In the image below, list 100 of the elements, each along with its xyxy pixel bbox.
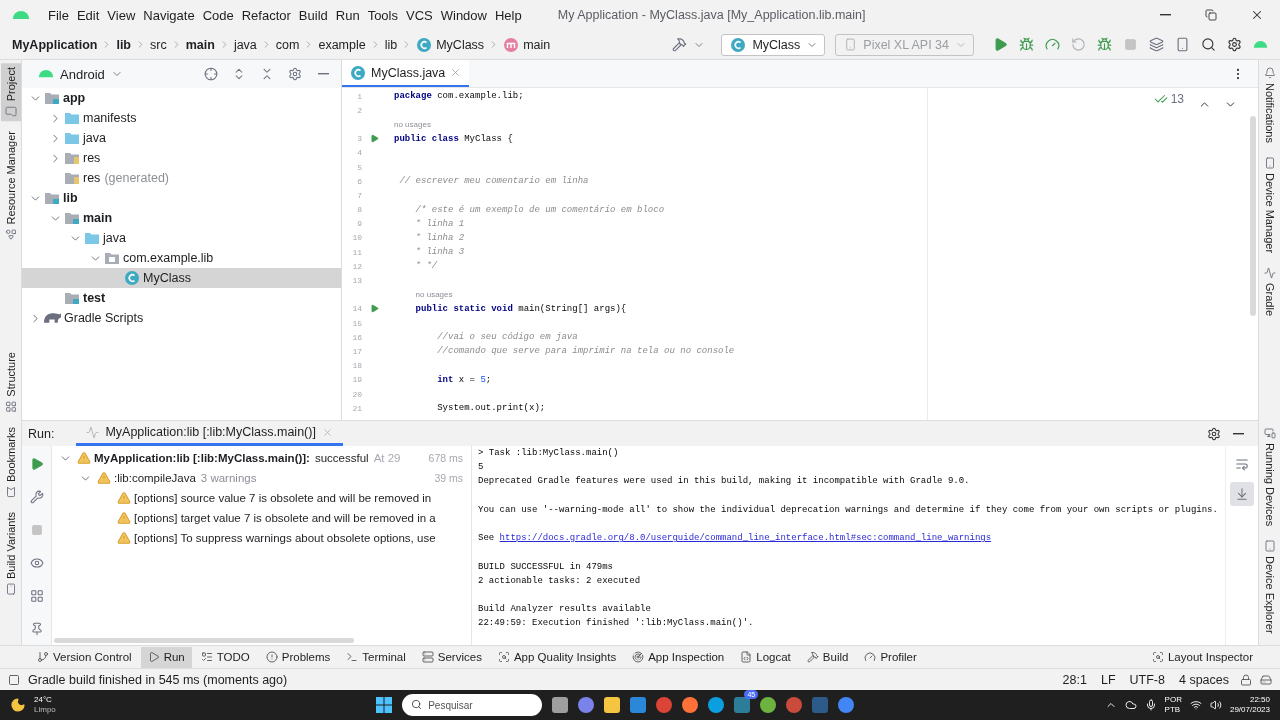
tool-window-button[interactable]: Version Control	[30, 646, 139, 668]
tool-window-tab[interactable]: Notifications	[1259, 63, 1280, 147]
tool-window-tab[interactable]: Gradle	[1259, 263, 1280, 321]
menu-item[interactable]: Refactor	[237, 3, 295, 27]
clock-time[interactable]: 22:50	[1249, 695, 1270, 705]
status-item[interactable]: 4 spaces	[1175, 672, 1232, 687]
breadcrumb[interactable]: src	[148, 37, 169, 52]
tool-window-tab[interactable]: Device Explorer	[1259, 536, 1280, 638]
windows-start-icon[interactable]	[376, 697, 393, 713]
tool-window-button[interactable]: Logcat	[733, 646, 798, 668]
tool-window-button[interactable]: TODO	[193, 646, 257, 668]
editor-tab[interactable]: MyClass.java	[342, 60, 470, 87]
tool-window-tab[interactable]: Build Variants	[0, 508, 21, 600]
tool-window-button[interactable]: Profiler	[857, 646, 924, 668]
keyboard-layout[interactable]: PTB	[1164, 705, 1182, 715]
status-item[interactable]: LF	[1097, 672, 1119, 687]
tree-item[interactable]: test	[22, 288, 341, 308]
tree-item[interactable]: manifests	[22, 108, 341, 128]
browser-icon[interactable]	[682, 697, 699, 713]
terminal-icon[interactable]	[812, 697, 829, 713]
microphone-icon[interactable]	[1144, 699, 1157, 711]
breadcrumb[interactable]: java	[231, 37, 259, 52]
tool-window-tab[interactable]: Resource Manager	[0, 127, 21, 245]
panel-toggle-icon[interactable]	[8, 673, 20, 686]
clock-date[interactable]: 29/07/2023	[1229, 705, 1270, 715]
tree-item[interactable]: Gradle Scripts	[22, 308, 341, 328]
breadcrumb[interactable]: lib	[382, 37, 400, 52]
tool-window-button[interactable]: Layout Inspector	[1144, 646, 1260, 668]
close-icon[interactable]	[321, 426, 333, 438]
tool-window-button[interactable]: Services	[414, 646, 489, 668]
scrollbar[interactable]	[54, 638, 354, 643]
menu-item[interactable]: Help	[490, 3, 526, 27]
menu-item[interactable]: Build	[294, 3, 332, 27]
breadcrumb[interactable]: main	[501, 36, 553, 53]
tool-window-tab[interactable]: Bookmarks	[0, 423, 21, 503]
cloud-icon[interactable]	[1124, 699, 1137, 711]
browser-icon[interactable]	[656, 697, 673, 713]
breadcrumb[interactable]: main	[183, 37, 217, 52]
build-node-label[interactable]: :lib:compileJava	[114, 472, 196, 484]
status-item[interactable]: UTF-8	[1126, 672, 1168, 687]
tree-item[interactable]: main	[22, 208, 341, 228]
tree-item[interactable]: MyClass	[22, 268, 341, 288]
browser-icon[interactable]	[786, 697, 803, 713]
input-language[interactable]: POR	[1164, 695, 1182, 705]
menu-item[interactable]: Edit	[72, 3, 104, 27]
tree-item[interactable]: lib	[22, 188, 341, 208]
menu-item[interactable]: Tools	[363, 3, 402, 27]
menu-item[interactable]: VCS	[402, 3, 437, 27]
tool-window-tab[interactable]: Running Devices	[1259, 423, 1280, 531]
tool-window-button[interactable]: Run	[140, 646, 192, 668]
folder-icon[interactable]	[604, 697, 621, 713]
menu-item[interactable]: Navigate	[139, 3, 199, 27]
close-icon[interactable]	[450, 67, 462, 78]
run-gutter-icon[interactable]	[369, 304, 379, 314]
volume-icon[interactable]	[1209, 699, 1222, 711]
browser-icon[interactable]	[708, 697, 725, 713]
inspection-widget[interactable]: 13	[1153, 92, 1190, 106]
menu-item[interactable]: Code	[198, 3, 238, 27]
tool-window-tab[interactable]: Project	[0, 63, 21, 122]
tree-item[interactable]: res	[22, 148, 341, 168]
breadcrumb[interactable]: com	[273, 37, 302, 52]
tool-window-tab[interactable]: Device Manager	[1259, 152, 1280, 257]
torrent-icon[interactable]	[760, 697, 777, 713]
build-node-label[interactable]: [options] source value 7 is obsolete and will be removed in	[134, 492, 432, 504]
chat-icon[interactable]	[578, 697, 595, 713]
menu-item[interactable]: File	[44, 3, 73, 27]
tool-window-button[interactable]: App Quality Insights	[490, 646, 624, 668]
tree-item[interactable]: java	[22, 228, 341, 248]
run-configuration-dropdown[interactable]: MyClass	[721, 33, 826, 56]
console-link[interactable]: https://docs.gradle.org/8.0/userguide/command_line_interface.html#sec:command_line_warnings	[499, 533, 992, 544]
tool-window-button[interactable]: App Inspection	[625, 646, 732, 668]
breadcrumb[interactable]: MyApplication	[10, 37, 100, 52]
menu-item[interactable]: Window	[436, 3, 491, 27]
run-gutter-icon[interactable]	[369, 134, 379, 144]
wifi-icon[interactable]	[1189, 699, 1202, 711]
studio-icon[interactable]	[838, 697, 855, 713]
menu-item[interactable]: View	[103, 3, 140, 27]
status-item[interactable]: 28:1	[1059, 672, 1090, 687]
app-icon[interactable]	[734, 697, 751, 713]
project-view-dropdown[interactable]: Android	[34, 66, 127, 82]
build-node-label[interactable]: MyApplication:lib [:lib:MyClass.main()]:	[94, 452, 310, 464]
tool-window-tab[interactable]: Structure	[0, 348, 21, 417]
build-node-label[interactable]: [options] target value 7 is obsolete and will be removed in a	[134, 512, 436, 524]
tool-window-button[interactable]: Build	[799, 646, 856, 668]
lock-icon[interactable]	[1240, 673, 1252, 686]
breadcrumb[interactable]: example	[316, 37, 368, 52]
breadcrumb[interactable]: lib	[114, 37, 133, 52]
task-view-icon[interactable]	[552, 697, 569, 713]
store-icon[interactable]	[630, 697, 647, 713]
tool-window-button[interactable]: Terminal	[339, 646, 413, 668]
moon-icon[interactable]	[10, 697, 26, 713]
tree-item[interactable]: java	[22, 128, 341, 148]
tree-item[interactable]: com.example.lib	[22, 248, 341, 268]
build-node-label[interactable]: [options] To suppress warnings about obsolete options, use	[134, 532, 436, 544]
memory-icon[interactable]	[1260, 673, 1272, 686]
tree-item[interactable]: app	[22, 88, 341, 108]
search-field[interactable]: Pesquisar	[402, 694, 543, 716]
tree-item[interactable]: res (generated)	[22, 168, 341, 188]
tool-window-button[interactable]: Problems	[258, 646, 338, 668]
scrollbar[interactable]	[1250, 116, 1256, 316]
